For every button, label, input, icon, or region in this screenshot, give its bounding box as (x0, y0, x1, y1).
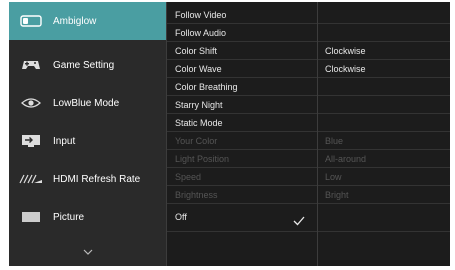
sidebar-item-game-setting[interactable]: Game Setting (9, 46, 166, 84)
option-label: Your Color (175, 136, 218, 146)
eye-icon (9, 97, 53, 109)
osd-menu: Ambiglow Game Setting LowBlue Mode Input (9, 2, 450, 266)
option-row-off[interactable]: Off (167, 204, 450, 232)
sidebar-item-label: LowBlue Mode (53, 97, 120, 109)
option-label: Color Shift (175, 46, 218, 56)
option-value: Bright (325, 190, 349, 200)
sidebar-item-lowblue-mode[interactable]: LowBlue Mode (9, 84, 166, 122)
sidebar-item-label: Game Setting (53, 59, 115, 71)
option-label: Speed (175, 172, 202, 182)
option-value: Clockwise (325, 64, 366, 74)
ambiglow-icon (9, 15, 53, 27)
input-icon (9, 134, 53, 148)
sidebar: Ambiglow Game Setting LowBlue Mode Input (9, 2, 166, 266)
option-label: Brightness (175, 190, 218, 200)
picture-icon (9, 211, 53, 223)
option-row-light-position: Light Position All-around (167, 150, 450, 168)
sidebar-item-label: Ambiglow (53, 15, 97, 27)
option-value: Low (325, 172, 342, 182)
option-row-starry-night[interactable]: Starry Night (167, 96, 450, 114)
option-label: Color Wave (175, 64, 222, 74)
option-label: Light Position (175, 154, 230, 164)
sidebar-item-label: Input (53, 135, 76, 147)
sidebar-item-label: HDMI Refresh Rate (53, 173, 141, 185)
option-label: Off (175, 212, 187, 222)
hdmi-refresh-icon (9, 174, 53, 184)
option-label: Follow Audio (175, 28, 227, 38)
chevron-down-icon[interactable] (9, 249, 166, 255)
sidebar-item-input[interactable]: Input (9, 122, 166, 160)
option-row-brightness: Brightness Bright (167, 186, 450, 204)
option-row-color-wave[interactable]: Color Wave Clockwise (167, 60, 450, 78)
option-value: Blue (325, 136, 344, 146)
option-label: Color Breathing (175, 82, 238, 92)
option-row-color-shift[interactable]: Color Shift Clockwise (167, 42, 450, 60)
option-value: Clockwise (325, 46, 366, 56)
option-row-your-color: Your Color Blue (167, 132, 450, 150)
checkmark-icon (293, 213, 305, 231)
option-row-color-breathing[interactable]: Color Breathing (167, 78, 450, 96)
option-label: Starry Night (175, 100, 223, 110)
option-row-follow-video[interactable]: Follow Video (167, 6, 450, 24)
sidebar-item-label: Picture (53, 211, 85, 223)
option-row-speed: Speed Low (167, 168, 450, 186)
option-label: Static Mode (175, 118, 223, 128)
gamepad-icon (9, 59, 53, 71)
option-row-static-mode[interactable]: Static Mode (167, 114, 450, 132)
option-label: Follow Video (175, 10, 227, 20)
sidebar-item-hdmi-refresh-rate[interactable]: HDMI Refresh Rate (9, 160, 166, 198)
option-row-follow-audio[interactable]: Follow Audio (167, 24, 450, 42)
sidebar-item-picture[interactable]: Picture (9, 198, 166, 236)
option-value: All-around (325, 154, 367, 164)
sidebar-item-ambiglow[interactable]: Ambiglow (9, 2, 166, 40)
